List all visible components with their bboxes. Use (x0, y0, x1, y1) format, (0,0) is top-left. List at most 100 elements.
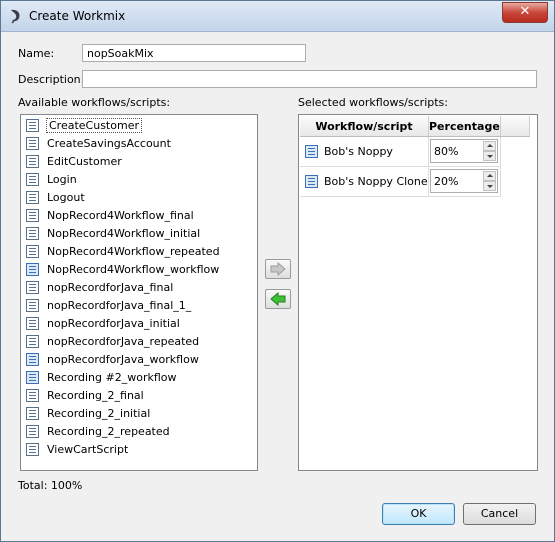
workflow-icon (305, 175, 318, 188)
list-item-label: nopRecordforJava_final (47, 281, 174, 294)
workflow-icon (26, 263, 39, 276)
column-header-workflow[interactable]: Workflow/script (300, 116, 429, 137)
list-item[interactable]: nopRecordforJava_initial (23, 315, 257, 333)
script-icon (26, 155, 39, 168)
script-icon (26, 119, 39, 132)
percentage-value: 20% (434, 175, 459, 188)
table-header-row: Workflow/script Percentage (300, 116, 530, 137)
list-item[interactable]: NopRecord4Workflow_workflow (23, 261, 257, 279)
list-item[interactable]: NopRecord4Workflow_repeated (23, 243, 257, 261)
name-input[interactable] (82, 44, 306, 62)
list-item-label: NopRecord4Workflow_repeated (47, 245, 220, 258)
table-row[interactable]: Bob's Noppy Clone 20% (300, 166, 529, 197)
list-item-label: Recording_2_final (47, 389, 144, 402)
title-bar[interactable]: Create Workmix ✕ (1, 1, 554, 32)
list-item[interactable]: nopRecordforJava_repeated (23, 333, 257, 351)
list-item[interactable]: Recording_2_final (23, 387, 257, 405)
list-item[interactable]: CreateSavingsAccount (23, 135, 257, 153)
list-item-label: Recording_2_initial (47, 407, 151, 420)
available-label: Available workflows/scripts: (18, 96, 171, 109)
description-input[interactable] (82, 70, 537, 88)
script-icon (26, 407, 39, 420)
selected-label: Selected workflows/scripts: (298, 96, 448, 109)
spinner-up-icon[interactable] (483, 171, 496, 181)
list-item[interactable]: nopRecordforJava_workflow (23, 351, 257, 369)
ok-button[interactable]: OK (382, 503, 455, 525)
row-filler (500, 167, 529, 197)
script-icon (26, 245, 39, 258)
list-item-label: NopRecord4Workflow_workflow (47, 263, 220, 276)
description-label: Description: (18, 73, 85, 86)
selected-table-panel: Workflow/script Percentage Bob's Noppy 8… (298, 114, 538, 471)
close-button[interactable]: ✕ (502, 2, 548, 23)
script-icon (26, 299, 39, 312)
list-item-label: Recording_2_repeated (47, 425, 170, 438)
arrow-left-icon (270, 291, 286, 307)
script-icon (26, 443, 39, 456)
list-item-label: CreateSavingsAccount (47, 137, 171, 150)
list-item-label: Login (47, 173, 77, 186)
app-logo-icon (11, 9, 20, 24)
list-item[interactable]: nopRecordforJava_final (23, 279, 257, 297)
workflow-icon (26, 353, 39, 366)
percentage-value: 80% (434, 145, 459, 158)
list-item[interactable]: ViewCartScript (23, 441, 257, 459)
script-icon (26, 335, 39, 348)
list-item-label: NopRecord4Workflow_final (47, 209, 194, 222)
list-item[interactable]: Recording_2_repeated (23, 423, 257, 441)
cancel-button[interactable]: Cancel (463, 503, 536, 525)
list-item-label: EditCustomer (47, 155, 122, 168)
list-item[interactable]: Recording_2_initial (23, 405, 257, 423)
close-icon: ✕ (519, 4, 531, 19)
workflow-name: Bob's Noppy Clone (324, 175, 428, 188)
list-item-label: CreateCustomer (46, 118, 142, 133)
remove-button[interactable] (265, 289, 291, 309)
selected-table: Workflow/script Percentage Bob's Noppy 8… (300, 116, 530, 197)
add-button[interactable] (265, 259, 291, 279)
spinner-down-icon[interactable] (483, 151, 496, 161)
list-item[interactable]: NopRecord4Workflow_initial (23, 225, 257, 243)
percentage-spinner[interactable]: 20% (430, 169, 498, 193)
table-row[interactable]: Bob's Noppy 80% (300, 136, 529, 167)
script-icon (26, 137, 39, 150)
script-icon (26, 389, 39, 402)
workflow-name: Bob's Noppy (324, 145, 393, 158)
script-icon (26, 227, 39, 240)
workflow-cell[interactable]: Bob's Noppy (300, 136, 429, 167)
workflow-icon (26, 371, 39, 384)
percentage-cell: 20% (428, 166, 501, 197)
spinner-down-icon[interactable] (483, 181, 496, 191)
script-icon (26, 173, 39, 186)
available-list[interactable]: CreateCustomer CreateSavingsAccount EditCu… (20, 114, 258, 471)
list-item[interactable]: Recording #2_workflow (23, 369, 257, 387)
script-icon (26, 281, 39, 294)
column-header-percentage[interactable]: Percentage (428, 116, 501, 137)
workflow-cell[interactable]: Bob's Noppy Clone (300, 166, 429, 197)
script-icon (26, 317, 39, 330)
create-workmix-dialog: Create Workmix ✕ Name: Description: Avai… (0, 0, 555, 542)
script-icon (26, 191, 39, 204)
list-item-label: nopRecordforJava_initial (47, 317, 180, 330)
spinner-up-icon[interactable] (483, 141, 496, 151)
window-title: Create Workmix (29, 9, 126, 23)
arrow-right-icon (270, 261, 286, 277)
list-item[interactable]: Logout (23, 189, 257, 207)
row-filler (500, 137, 529, 167)
list-item[interactable]: NopRecord4Workflow_final (23, 207, 257, 225)
list-item-label: Recording #2_workflow (47, 371, 177, 384)
list-item[interactable]: Login (23, 171, 257, 189)
list-item-label: NopRecord4Workflow_initial (47, 227, 201, 240)
script-icon (26, 425, 39, 438)
column-header-filler (500, 116, 530, 137)
list-item[interactable]: nopRecordforJava_final_1_ (23, 297, 257, 315)
list-item-label: Logout (47, 191, 85, 204)
percentage-cell: 80% (428, 136, 501, 167)
list-item-label: nopRecordforJava_final_1_ (47, 299, 192, 312)
list-item[interactable]: CreateCustomer (23, 117, 257, 135)
percentage-spinner[interactable]: 80% (430, 139, 498, 163)
list-item-label: nopRecordforJava_workflow (47, 353, 199, 366)
name-label: Name: (18, 47, 55, 60)
list-item-label: ViewCartScript (47, 443, 129, 456)
list-item[interactable]: EditCustomer (23, 153, 257, 171)
list-item-label: nopRecordforJava_repeated (47, 335, 200, 348)
